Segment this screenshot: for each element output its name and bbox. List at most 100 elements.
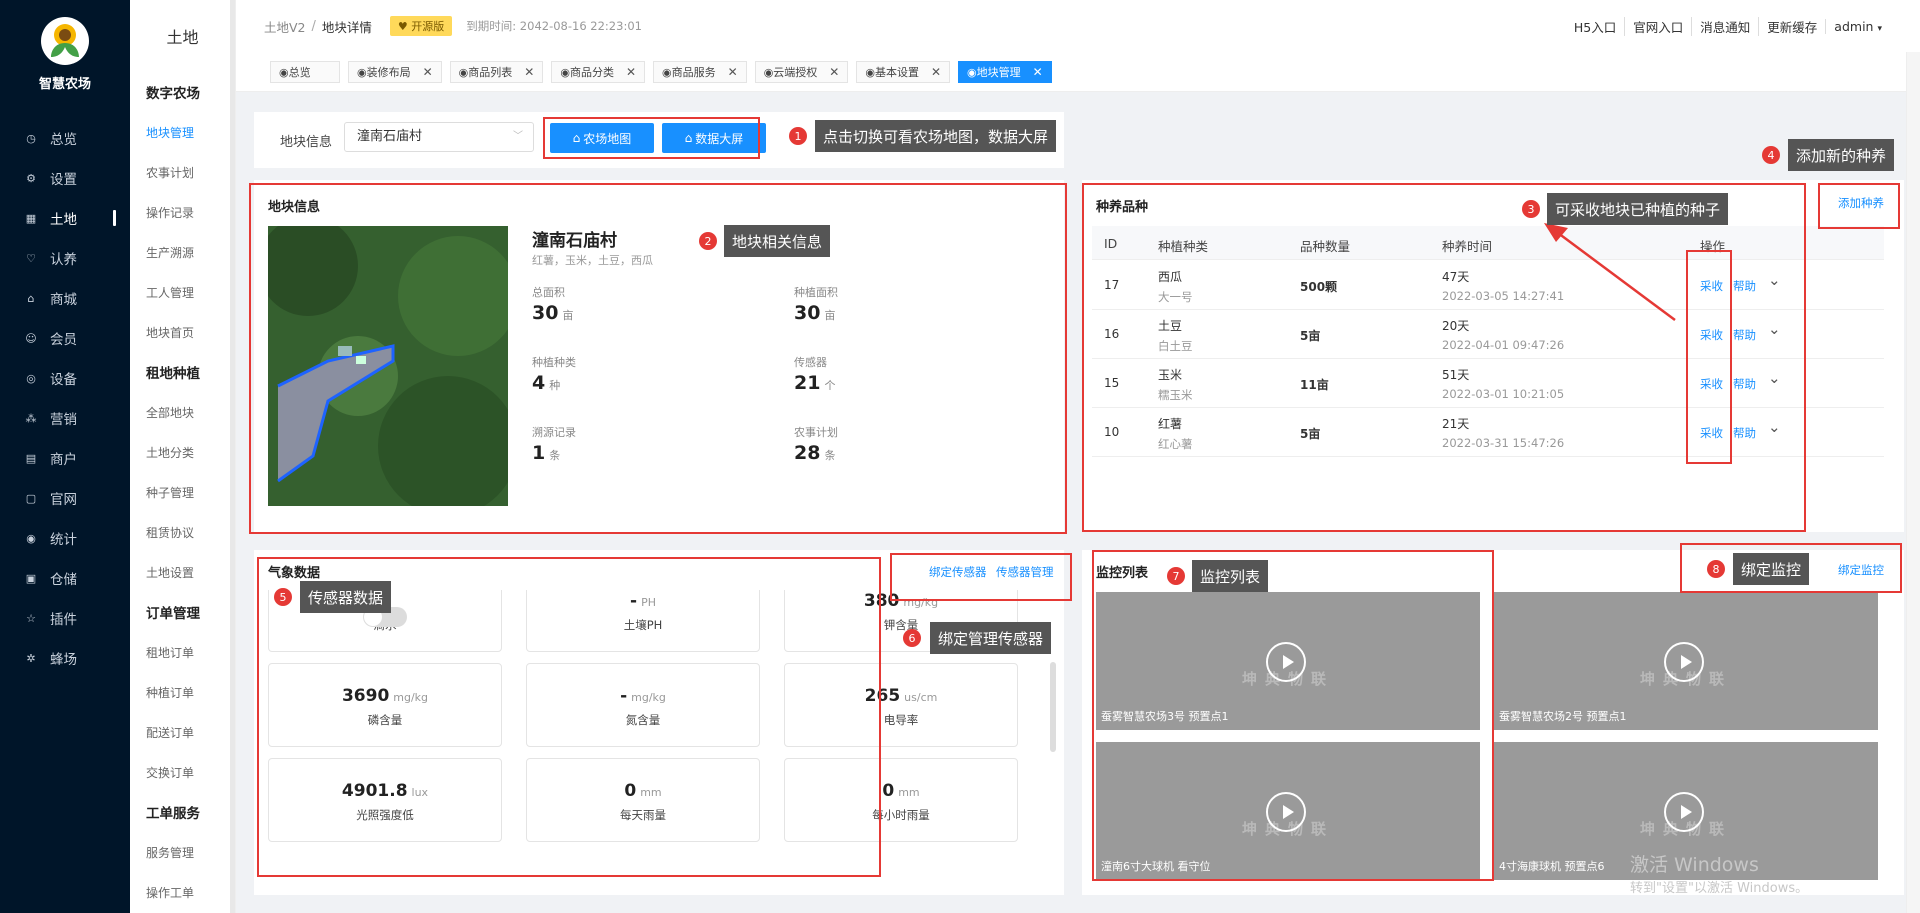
bee-icon: ✲ xyxy=(26,651,36,665)
close-icon[interactable]: ✕ xyxy=(931,65,941,79)
tab-bar: ◉总览 ◉装修布局 ✕ ◉商品列表 ✕ ◉商品分类 ✕ ◉商品服务 ✕ ◉云端授权 ✕ ◉基本设置 ✕ ◉… xyxy=(236,52,1920,92)
subnav-item[interactable]: 土地设置 xyxy=(130,552,235,592)
subnav-item[interactable]: 生产溯源 xyxy=(130,232,235,272)
sensor-unit: mm xyxy=(898,786,920,799)
nav-item[interactable]: ⚙ 设置 xyxy=(0,158,130,198)
subnav-item[interactable]: 操作工单 xyxy=(130,872,235,912)
close-icon[interactable]: ✕ xyxy=(423,65,433,79)
annotation-label: 传感器数据 xyxy=(300,581,392,613)
nav-item-label: 总览 xyxy=(50,132,77,148)
nav-item[interactable]: ⌂ 商城 xyxy=(0,278,130,318)
camera-feed[interactable]: 坤典物联 蚕雾智慧农场2号 预置点1 xyxy=(1494,592,1878,730)
tab[interactable]: ◉云端授权 ✕ xyxy=(754,60,849,83)
nav-item[interactable]: ⁂ 营销 xyxy=(0,398,130,438)
annotation-box-7 xyxy=(1092,550,1494,881)
header-link[interactable]: admin ▾ xyxy=(1825,18,1890,34)
close-icon[interactable]: ✕ xyxy=(524,65,534,79)
subnav-item[interactable]: 租地订单 xyxy=(130,632,235,672)
subnav-group-title: 订单管理 xyxy=(146,606,200,622)
nav-item[interactable]: ▤ 商户 xyxy=(0,438,130,478)
nav-item[interactable]: ◉ 统计 xyxy=(0,518,130,558)
sensor-unit: us/cm xyxy=(904,691,938,704)
close-icon[interactable]: ✕ xyxy=(1033,65,1043,79)
subnav-item[interactable]: 全部地块 xyxy=(130,392,235,432)
nav-item[interactable]: ▣ 仓储 xyxy=(0,558,130,598)
annotation-label: 添加新的种养 xyxy=(1788,139,1895,171)
subnav-item[interactable]: 土地分类 xyxy=(130,432,235,472)
tab[interactable]: ◉商品列表 ✕ xyxy=(449,60,544,83)
annotation-box-6 xyxy=(890,553,1072,601)
nav-item[interactable]: ▢ 官网 xyxy=(0,478,130,518)
tab[interactable]: ◉总览 xyxy=(270,60,340,83)
sub-sidebar-scrollbar[interactable] xyxy=(230,0,235,913)
header-link[interactable]: 更新缓存 xyxy=(1758,16,1825,36)
tab-label: ◉地块管理 xyxy=(967,65,1021,79)
close-icon[interactable]: ✕ xyxy=(829,65,839,79)
play-icon[interactable] xyxy=(1664,792,1704,832)
chart-icon: ◉ xyxy=(26,531,36,545)
breadcrumb-separator: / xyxy=(311,18,316,34)
close-icon[interactable]: ✕ xyxy=(728,65,738,79)
subnav-item[interactable]: 种子管理 xyxy=(130,472,235,512)
subnav-item[interactable]: 配送订单 xyxy=(130,712,235,752)
nav-item-label: 官网 xyxy=(50,492,77,508)
tab[interactable]: ◉地块管理 ✕ xyxy=(958,60,1052,83)
camera-caption: 4寸海康球机 预置点6 xyxy=(1499,860,1605,873)
nav-item-label: 设置 xyxy=(50,172,77,188)
header-link-label: H5入口 xyxy=(1573,19,1617,35)
subnav-item[interactable]: 交换订单 xyxy=(130,752,235,792)
subnav-item[interactable]: 地块管理 xyxy=(130,112,235,152)
annotation-number: 7 xyxy=(1167,567,1185,585)
subnav-group-title: 工单服务 xyxy=(146,806,200,822)
page-scrollbar[interactable] xyxy=(1906,52,1920,913)
tab[interactable]: ◉商品分类 ✕ xyxy=(551,60,646,83)
heart-icon: ♡ xyxy=(26,251,36,265)
header-link-label: 官网入口 xyxy=(1633,19,1684,35)
breadcrumb-current: 地块详情 xyxy=(321,19,372,35)
tab-label: ◉装修布局 xyxy=(357,65,411,79)
subnav-item[interactable]: 地块首页 xyxy=(130,312,235,352)
tab-label: ◉商品分类 xyxy=(560,65,614,79)
website-icon: ▢ xyxy=(25,491,37,505)
nav-item-label: 认养 xyxy=(50,252,77,268)
tab-label: ◉商品服务 xyxy=(662,65,716,79)
nav-item[interactable]: ☺ 会员 xyxy=(0,318,130,358)
header-link[interactable]: H5入口 xyxy=(1566,17,1624,36)
logo[interactable] xyxy=(41,17,89,65)
nav-item[interactable]: ◷ 总览 xyxy=(0,118,130,158)
marketing-icon: ⁂ xyxy=(25,411,37,425)
annotation-number: 1 xyxy=(789,127,807,145)
nav-item[interactable]: ♡ 认养 xyxy=(0,238,130,278)
subnav-item[interactable]: 农事计划 xyxy=(130,152,235,192)
shop-icon: ⌂ xyxy=(27,291,35,305)
close-icon[interactable]: ✕ xyxy=(626,65,636,79)
nav-item[interactable]: ☆ 插件 xyxy=(0,598,130,638)
subnav-item[interactable]: 种植订单 xyxy=(130,672,235,712)
annotation-box-4 xyxy=(1818,183,1900,229)
nav-item[interactable]: ▦ 土地 xyxy=(0,198,130,238)
brand-name: 智慧农场 xyxy=(38,77,91,92)
breadcrumb-root[interactable]: 土地V2 xyxy=(264,17,306,36)
land-select[interactable]: 潼南石庙村 ﹀ xyxy=(344,122,534,152)
tab[interactable]: ◉基本设置 ✕ xyxy=(856,60,951,83)
header-link[interactable]: 官网入口 xyxy=(1624,16,1691,36)
subnav-item[interactable]: 操作记录 xyxy=(130,192,235,232)
nav-item[interactable]: ◎ 设备 xyxy=(0,358,130,398)
header-link[interactable]: 消息通知 xyxy=(1691,16,1758,36)
annotation-label: 地块相关信息 xyxy=(724,225,831,257)
tab-label: ◉总览 xyxy=(279,65,311,79)
nav-item[interactable]: ✲ 蜂场 xyxy=(0,638,130,678)
subnav-item[interactable]: 服务管理 xyxy=(130,832,235,872)
annotation-number: 4 xyxy=(1762,146,1780,164)
tab[interactable]: ◉商品服务 ✕ xyxy=(653,60,747,83)
play-icon[interactable] xyxy=(1664,642,1704,682)
tab[interactable]: ◉装修布局 ✕ xyxy=(348,60,442,83)
annotation-number: 3 xyxy=(1522,200,1540,218)
sensor-scrollbar[interactable] xyxy=(1050,662,1056,752)
star-icon: ☆ xyxy=(26,611,36,625)
nav-item-label: 仓储 xyxy=(50,572,77,588)
subnav-item[interactable]: 工人管理 xyxy=(130,272,235,312)
annotation-label: 绑定管理传感器 xyxy=(930,622,1052,654)
subnav-item[interactable]: 租赁协议 xyxy=(130,512,235,552)
annotation-label: 绑定监控 xyxy=(1733,553,1810,585)
